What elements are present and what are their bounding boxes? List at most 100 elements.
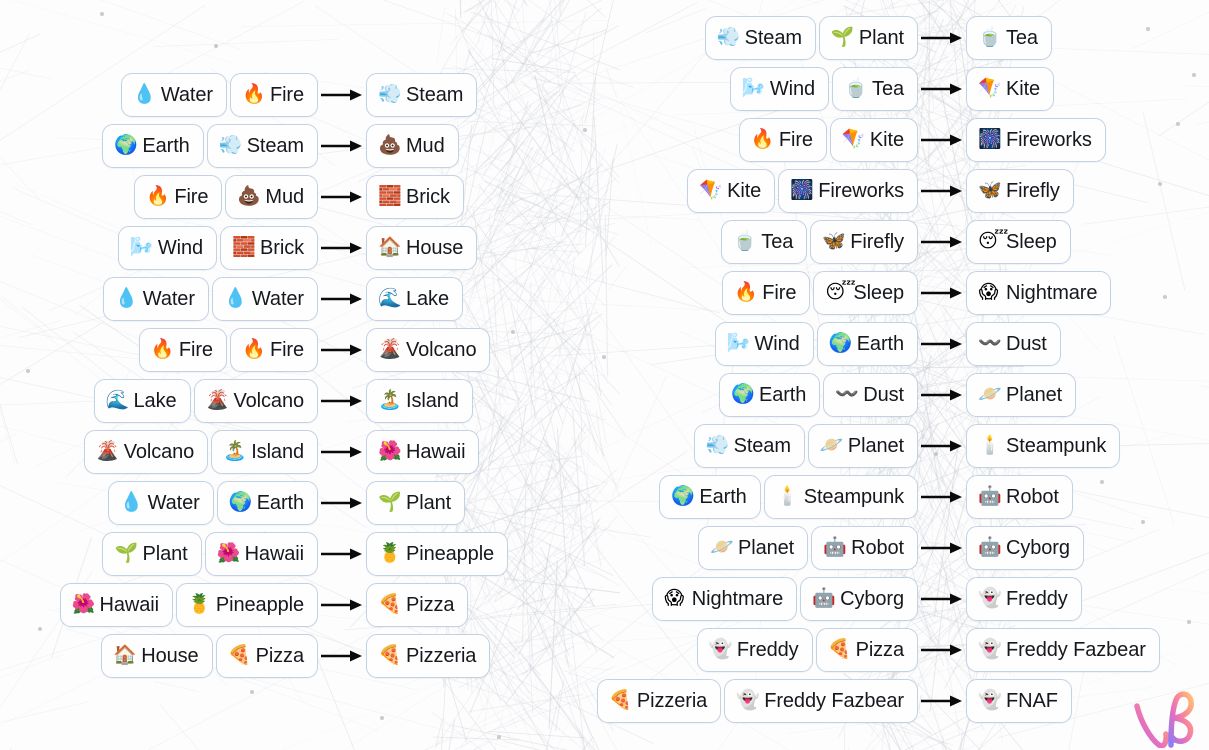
robot-icon: 🤖 (978, 485, 1002, 507)
craft-item-label: Nightmare (1006, 281, 1098, 304)
arrow-icon (921, 287, 962, 299)
craft-item-input-b[interactable]: 🌱 Plant (818, 16, 918, 60)
earth-icon: 🌍 (730, 383, 755, 405)
recipe-inputs: 🍵 Tea 🦋 Firefly (721, 220, 918, 264)
craft-item-input-a[interactable]: 🪐 Planet (698, 526, 809, 570)
craft-item-label: Fireworks (818, 179, 904, 202)
freddy-icon: 👻 (978, 587, 1002, 609)
craft-item-input-a[interactable]: 🔥 Fire (722, 271, 811, 315)
recipe-inputs: 🔥 Fire 🪁 Kite (738, 118, 918, 162)
recipe-row: 🪐 Planet 🤖 Robot (0, 526, 918, 570)
craft-item-input-b[interactable]: 🪐 Planet (807, 424, 918, 468)
craft-item-input-b[interactable]: 〰️ Dust (823, 373, 918, 417)
craft-item-label: Kite (1006, 77, 1041, 100)
fnaf-icon: 👻 (978, 689, 1002, 711)
recipe-output: 🦋 Firefly (918, 169, 1074, 213)
freddy-fazbear-icon: 👻 (978, 638, 1002, 660)
arrow-icon (921, 185, 962, 197)
neal-fun-logo[interactable] (1131, 690, 1197, 748)
craft-item-input-b[interactable]: 😴 Sleep (813, 271, 918, 315)
craft-item-input-a[interactable]: 😱 Nightmare (651, 577, 798, 621)
craft-item-input-b[interactable]: 🤖 Cyborg (800, 577, 918, 621)
steampunk-icon: 🕯️ (978, 434, 1002, 456)
fire-icon: 🔥 (734, 281, 758, 303)
craft-item-result[interactable]: 🪐 Planet (966, 373, 1077, 417)
craft-item-label: Freddy Fazbear (1006, 638, 1146, 661)
craft-item-label: Sleep (1006, 230, 1057, 253)
craft-item-input-a[interactable]: 💨 Steam (704, 16, 816, 60)
craft-item-label: Tea (1006, 26, 1038, 49)
craft-item-result[interactable]: 〰️ Dust (966, 322, 1061, 366)
craft-item-result[interactable]: 👻 FNAF (966, 679, 1072, 723)
craft-item-label: Kite (727, 179, 762, 202)
recipe-output: 👻 Freddy (918, 577, 1082, 621)
craft-item-result[interactable]: 🤖 Cyborg (966, 526, 1084, 570)
craft-item-label: Robot (1006, 485, 1059, 508)
recipe-inputs: 🌍 Earth 🕯️ Steampunk (659, 475, 918, 519)
craft-item-label: Fireworks (1006, 128, 1092, 151)
craft-item-input-a[interactable]: 🍵 Tea (721, 220, 808, 264)
craft-item-result[interactable]: 🪁 Kite (966, 67, 1055, 111)
craft-item-result[interactable]: 🍵 Tea (966, 16, 1052, 60)
pizza-icon: 🍕 (827, 638, 852, 660)
craft-item-input-a[interactable]: 🪁 Kite (687, 169, 776, 213)
craft-item-label: Planet (847, 434, 904, 457)
plant-icon: 🌱 (830, 26, 855, 48)
craft-item-input-a[interactable]: 🌍 Earth (718, 373, 821, 417)
craft-item-input-b[interactable]: 🪁 Kite (829, 118, 918, 162)
firefly-icon: 🦋 (978, 179, 1002, 201)
craft-item-label: FNAF (1006, 689, 1058, 712)
craft-item-input-a[interactable]: 🍕 Pizzeria (596, 679, 722, 723)
craft-item-input-b[interactable]: 🍕 Pizza (815, 628, 918, 672)
craft-item-result[interactable]: 🎆 Fireworks (966, 118, 1106, 162)
recipe-output: 😴 Sleep (918, 220, 1071, 264)
craft-item-label: Firefly (850, 230, 904, 253)
craft-item-result[interactable]: 👻 Freddy Fazbear (966, 628, 1160, 672)
recipe-inputs: 🌬️ Wind 🌍 Earth (714, 322, 918, 366)
nightmare-icon: 😱 (978, 281, 999, 303)
recipe-output: 🪐 Planet (918, 373, 1077, 417)
craft-item-input-b[interactable]: 🦋 Firefly (810, 220, 918, 264)
craft-item-input-a[interactable]: 🌬️ Wind (714, 322, 814, 366)
planet-icon: 🪐 (978, 383, 1002, 405)
craft-item-label: Wind (769, 77, 816, 100)
arrow-icon (921, 236, 962, 248)
earth-icon: 🌍 (828, 332, 853, 354)
craft-item-result[interactable]: 👻 Freddy (966, 577, 1082, 621)
arrow-icon (921, 83, 962, 95)
craft-item-input-b[interactable]: 👻 Freddy Fazbear (724, 679, 918, 723)
recipe-row: 🌬️ Wind 🌍 Earth (0, 322, 918, 366)
craft-item-input-a[interactable]: 💨 Steam (693, 424, 805, 468)
craft-item-input-b[interactable]: 🌍 Earth (816, 322, 918, 366)
craft-item-input-a[interactable]: 👻 Freddy (696, 628, 813, 672)
sleep-icon: 😴 (825, 281, 856, 303)
craft-item-result[interactable]: 🕯️ Steampunk (966, 424, 1121, 468)
nightmare-icon: 😱 (664, 587, 685, 609)
recipe-output: 👻 FNAF (918, 679, 1072, 723)
recipe-output: 😱 Nightmare (918, 271, 1112, 315)
craft-item-input-a[interactable]: 🔥 Fire (738, 118, 827, 162)
craft-item-input-a[interactable]: 🌬️ Wind (729, 67, 830, 111)
craft-item-label: Planet (738, 536, 795, 559)
recipe-inputs: 🪐 Planet 🤖 Robot (698, 526, 918, 570)
craft-item-input-b[interactable]: 🍵 Tea (832, 67, 918, 111)
recipe-output: 〰️ Dust (918, 322, 1061, 366)
kite-icon: 🪁 (699, 179, 723, 201)
dust-icon: 〰️ (835, 383, 859, 405)
craft-item-label: Freddy (736, 638, 799, 661)
recipe-inputs: 👻 Freddy 🍕 Pizza (696, 628, 918, 672)
arrow-icon (921, 542, 962, 554)
craft-item-input-b[interactable]: 🕯️ Steampunk (763, 475, 918, 519)
recipe-row: 🔥 Fire 😴 Sleep (0, 271, 918, 315)
fireworks-icon: 🎆 (978, 128, 1002, 150)
craft-item-result[interactable]: 😱 Nightmare (966, 271, 1112, 315)
sleep-icon: 😴 (978, 230, 1009, 252)
craft-item-input-a[interactable]: 🌍 Earth (659, 475, 761, 519)
craft-item-result[interactable]: 😴 Sleep (966, 220, 1071, 264)
craft-item-result[interactable]: 🤖 Robot (966, 475, 1073, 519)
craft-item-input-b[interactable]: 🤖 Robot (811, 526, 918, 570)
craft-item-result[interactable]: 🦋 Firefly (966, 169, 1074, 213)
craft-item-label: Sleep (853, 281, 904, 304)
craft-item-input-b[interactable]: 🎆 Fireworks (778, 169, 918, 213)
craft-item-label: Steampunk (803, 485, 904, 508)
